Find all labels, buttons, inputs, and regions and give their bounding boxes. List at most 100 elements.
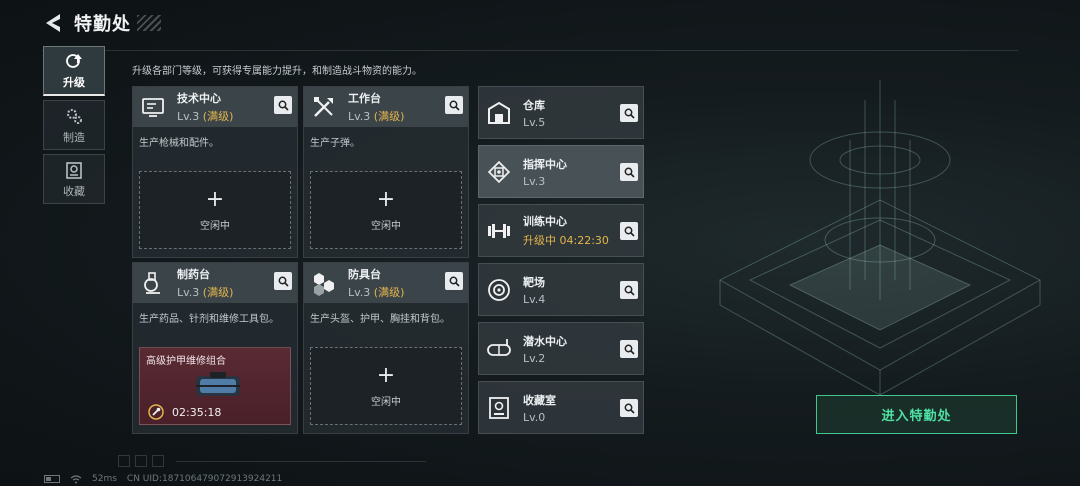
room-name: 靶场 (523, 275, 545, 289)
room-level: Lv.4 (523, 292, 546, 306)
room-command-center[interactable]: 指挥中心 Lv.3 (478, 145, 644, 198)
room-name: 潜水中心 (523, 334, 567, 348)
room-name: 仓库 (523, 98, 545, 112)
magnifier-icon (624, 167, 635, 178)
crafting-slot[interactable]: 高级护甲维修组合 02:35:18 (139, 347, 291, 425)
room-level: Lv.5 (523, 115, 546, 129)
collection-room-icon (489, 396, 509, 419)
armor-repair-kit-image (196, 372, 240, 396)
room-diving-center[interactable]: 潜水中心 Lv.2 (478, 322, 644, 375)
dumbbell-icon (488, 223, 510, 238)
inspect-button[interactable] (620, 222, 638, 240)
tab-label: 收藏 (63, 184, 85, 198)
inspect-button[interactable] (445, 96, 463, 114)
upgrade-icon (66, 54, 82, 68)
tech-center-icon (142, 98, 164, 117)
inspect-button[interactable] (620, 399, 638, 417)
card-header: 技术中心 Lv.3 (满级) (133, 87, 297, 127)
inspect-button[interactable] (274, 96, 292, 114)
card-level: Lv.3 (满级) (348, 286, 405, 299)
idle-slot[interactable]: + 空闲中 (310, 171, 462, 249)
inspect-button[interactable] (620, 163, 638, 181)
card-workbench: 工作台 Lv.3 (满级) 生产子弹。 + 空闲中 (303, 86, 469, 258)
target-icon (488, 278, 510, 301)
magnifier-icon (449, 276, 460, 287)
collection-icon (66, 161, 82, 179)
upgrade-timer: 升级中 04:22:30 (523, 234, 609, 247)
room-shooting-range[interactable]: 靶场 Lv.4 (478, 263, 644, 316)
idle-slot[interactable]: + 空闲中 (310, 347, 462, 425)
tab-craft[interactable]: 制造 (43, 100, 105, 150)
command-center-icon (487, 160, 511, 183)
card-name: 制药台 (177, 268, 210, 281)
card-description: 生产枪械和配件。 (139, 138, 219, 149)
card-pharmacy: 制药台 Lv.3 (满级) 生产药品、针剂和维修工具包。 高级护甲维修组合 02… (132, 262, 298, 434)
card-name: 防具台 (348, 268, 381, 281)
inspect-button[interactable] (620, 340, 638, 358)
tab-label: 升级 (63, 76, 85, 89)
card-tech-center: 技术中心 Lv.3 (满级) 生产枪械和配件。 + 空闲中 (132, 86, 298, 258)
room-collection-room[interactable]: 收藏室 Lv.0 (478, 381, 644, 434)
room-level: Lv.3 (523, 174, 546, 188)
wrench-timer-icon (148, 404, 164, 420)
warehouse-icon (488, 101, 510, 124)
magnifier-icon (449, 100, 460, 111)
plus-icon: + (376, 362, 396, 388)
inspect-button[interactable] (620, 104, 638, 122)
room-level: Lv.2 (523, 351, 546, 365)
room-training-center[interactable]: 训练中心 升级中 04:22:30 (478, 204, 644, 257)
room-name: 指挥中心 (523, 157, 567, 171)
tab-upgrade[interactable]: 升级 (43, 46, 105, 96)
card-name: 工作台 (348, 92, 381, 105)
divider (42, 50, 1018, 51)
idle-slot[interactable]: + 空闲中 (139, 171, 291, 249)
card-level: Lv.3 (满级) (177, 110, 234, 123)
base-hologram-illustration (718, 80, 1042, 396)
footer-decoration (118, 455, 169, 467)
tab-collection[interactable]: 收藏 (43, 154, 105, 204)
inspect-button[interactable] (274, 272, 292, 290)
slot-label: 空闲中 (200, 220, 230, 232)
plus-icon: + (376, 186, 396, 212)
card-description: 生产药品、针剂和维修工具包。 (139, 314, 279, 325)
card-name: 技术中心 (177, 92, 221, 105)
magnifier-icon (624, 403, 635, 414)
inspect-button[interactable] (620, 281, 638, 299)
inspect-button[interactable] (445, 272, 463, 290)
pharmacy-icon (144, 272, 160, 294)
card-level: Lv.3 (满级) (177, 286, 234, 299)
side-tabs: 升级 制造 收藏 (43, 46, 105, 208)
diving-mask-icon (487, 338, 511, 356)
card-header: 工作台 Lv.3 (满级) (304, 87, 468, 127)
card-description: 生产头盔、护甲、胸挂和背包。 (310, 314, 450, 325)
magnifier-icon (624, 108, 635, 119)
card-header: 制药台 Lv.3 (满级) (133, 263, 297, 303)
tab-label: 制造 (63, 130, 85, 144)
room-name: 收藏室 (523, 393, 556, 407)
magnifier-icon (278, 100, 289, 111)
page-title: 特勤处 (74, 14, 131, 35)
uid-text: CN UID:18710647907291392421​1 (126, 474, 283, 484)
ping-text: 52ms (92, 474, 117, 484)
back-arrow-icon[interactable] (42, 12, 64, 34)
room-level: Lv.0 (523, 410, 546, 424)
crafting-item-name: 高级护甲维修组合 (146, 356, 226, 367)
enter-special-ops-button[interactable]: 进入特勤处 (816, 395, 1017, 434)
armor-bench-icon (314, 273, 334, 296)
card-header: 防具台 Lv.3 (满级) (304, 263, 468, 303)
title-decoration (137, 15, 161, 31)
page-description: 升级各部门等级，可获得专属能力提升，和制造战斗物资的能力。 (132, 66, 422, 77)
magnifier-icon (278, 276, 289, 287)
crafting-timer: 02:35:18 (148, 404, 221, 420)
room-warehouse[interactable]: 仓库 Lv.5 (478, 86, 644, 139)
magnifier-icon (624, 226, 635, 237)
card-description: 生产子弹。 (310, 138, 360, 149)
header: 特勤处 (42, 8, 161, 38)
status-bar: 52ms CN UID:18710647907291392421​1 (44, 474, 292, 484)
slot-label: 空闲中 (371, 220, 401, 232)
workbench-icon (314, 97, 333, 117)
footer-divider (176, 461, 426, 462)
slot-label: 空闲中 (371, 396, 401, 408)
card-armor-bench: 防具台 Lv.3 (满级) 生产头盔、护甲、胸挂和背包。 + 空闲中 (303, 262, 469, 434)
wifi-icon (70, 474, 82, 483)
